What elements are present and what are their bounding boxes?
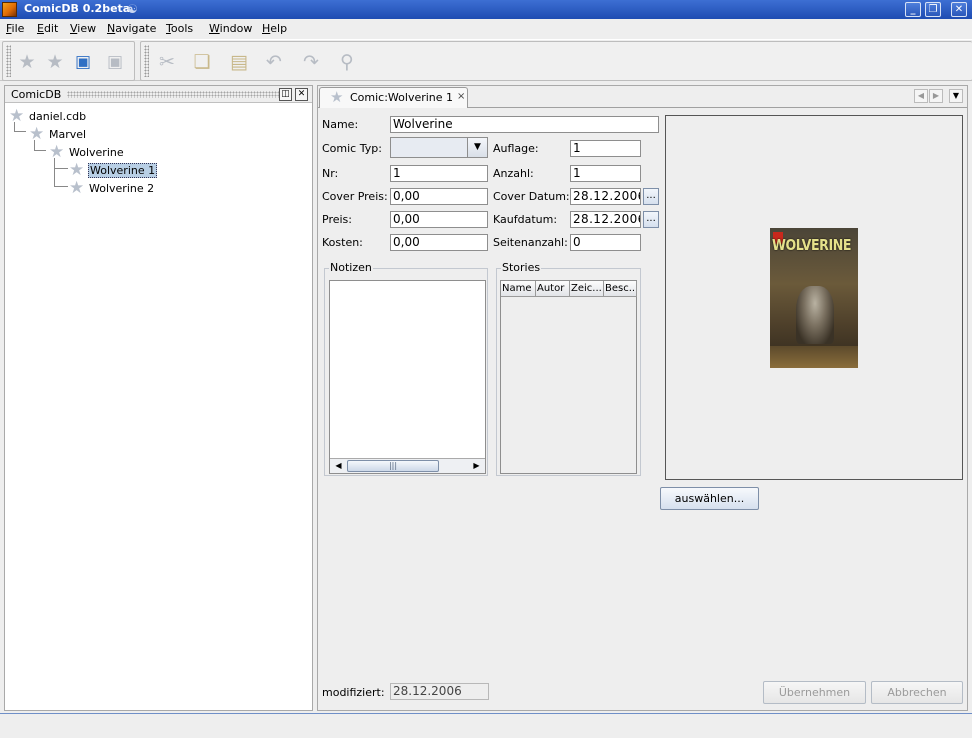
toolbar-group-file: ★ ★ ▣ ▣ [2, 41, 135, 81]
star-add-icon[interactable]: ★ [43, 50, 67, 74]
cover-datum-label: Cover Datum: [493, 190, 570, 203]
kosten-field[interactable]: 0,00 [390, 234, 488, 251]
chevron-down-icon[interactable]: ▼ [467, 138, 487, 157]
close-tab-icon[interactable]: × [457, 91, 465, 102]
undo-icon[interactable]: ↶ [262, 50, 286, 74]
menu-navigate[interactable]: Navigate [107, 22, 156, 35]
kosten-label: Kosten: [322, 236, 363, 249]
preis-label: Preis: [322, 213, 352, 226]
title-bar: ComicDB 0.2beta ☯ _ ❐ ✕ [0, 0, 972, 19]
scroll-thumb[interactable]: ||| [347, 460, 439, 472]
column-header-zeichner[interactable]: Zeic... [570, 281, 604, 297]
name-label: Name: [322, 118, 359, 131]
star-icon: ★ [69, 160, 85, 180]
column-header-autor[interactable]: Autor [536, 281, 570, 297]
notizen-group: Notizen ◀ ||| ▶ [324, 261, 488, 476]
minimize-button[interactable]: _ [905, 2, 921, 17]
cover-image-box: WOLVERINE [665, 115, 963, 480]
close-panel-icon[interactable]: ✕ [295, 88, 308, 101]
app-icon [2, 2, 17, 17]
window-title: ComicDB 0.2beta [24, 2, 131, 15]
seitenanzahl-field[interactable]: 0 [570, 234, 641, 251]
cover-datum-picker-button[interactable]: ... [643, 188, 659, 205]
anzahl-label: Anzahl: [493, 167, 534, 180]
toolbar-group-edit: ✂ ❏ ▤ ↶ ↷ ⚲ [140, 41, 972, 81]
scroll-left-icon[interactable]: ◀ [914, 89, 928, 103]
minimize-panel-icon[interactable]: ◫ [279, 88, 292, 101]
modified-label: modifiziert: [322, 686, 385, 699]
cover-figure [796, 286, 834, 344]
kaufdatum-label: Kaufdatum: [493, 213, 558, 226]
kaufdatum-field[interactable]: 28.12.2006 [570, 211, 641, 228]
modified-field: 28.12.2006 [390, 683, 489, 700]
stories-group: Stories Name Autor Zeic... Besc... [496, 261, 641, 476]
panel-title: ComicDB [11, 88, 62, 101]
select-image-button[interactable]: auswählen... [660, 487, 759, 510]
nr-field[interactable]: 1 [390, 165, 488, 182]
star-icon: ★ [29, 124, 45, 144]
menu-file[interactable]: File [6, 22, 24, 35]
star-icon[interactable]: ★ [15, 50, 39, 74]
star-icon: ★ [49, 142, 65, 162]
kaufdatum-picker-button[interactable]: ... [643, 211, 659, 228]
stories-table[interactable]: Name Autor Zeic... Besc... [500, 280, 637, 474]
comicdb-panel: ComicDB ◫ ✕ ★ daniel.cdb ★ Marvel ★ Wolv… [4, 85, 313, 711]
toolbar-grip[interactable] [144, 45, 149, 77]
cover-image: WOLVERINE [770, 228, 858, 368]
cancel-button[interactable]: Abbrechen [871, 681, 963, 704]
comic-editor-panel: ★ Comic:Wolverine 1 × ◀ ▶ ▼ Name: Wolver… [317, 85, 968, 711]
tab-comic-wolverine-1[interactable]: ★ Comic:Wolverine 1 × [319, 87, 468, 108]
find-icon[interactable]: ⚲ [335, 50, 359, 74]
toolbar: ★ ★ ▣ ▣ ✂ ❏ ▤ ↶ ↷ ⚲ [0, 39, 972, 81]
cover-preis-label: Cover Preis: [322, 190, 388, 203]
panel-grip[interactable] [67, 91, 279, 98]
status-bar [0, 713, 972, 738]
paste-icon[interactable]: ▤ [227, 50, 251, 74]
auflage-field[interactable]: 1 [570, 140, 641, 157]
notizen-textarea[interactable]: ◀ ||| ▶ [329, 280, 486, 474]
scroll-right-icon[interactable]: ▶ [929, 89, 943, 103]
menu-bar: File Edit View Navigate Tools Window Hel… [0, 19, 972, 39]
scroll-left-icon[interactable]: ◀ [332, 460, 345, 472]
menu-tools[interactable]: Tools [166, 22, 193, 35]
cut-icon[interactable]: ✂ [155, 50, 179, 74]
notizen-title: Notizen [329, 261, 373, 274]
redo-icon[interactable]: ↷ [299, 50, 323, 74]
notizen-horizontal-scrollbar[interactable]: ◀ ||| ▶ [330, 458, 485, 473]
column-header-name[interactable]: Name [501, 281, 536, 297]
cover-preis-field[interactable]: 0,00 [390, 188, 488, 205]
auflage-label: Auflage: [493, 142, 539, 155]
swirl-icon: ☯ [127, 2, 138, 16]
star-icon: ★ [9, 106, 25, 126]
nr-label: Nr: [322, 167, 339, 180]
column-header-beschreibung[interactable]: Besc... [604, 281, 637, 297]
comic-typ-label: Comic Typ: [322, 142, 382, 155]
anzahl-field[interactable]: 1 [570, 165, 641, 182]
apply-button[interactable]: Übernehmen [763, 681, 866, 704]
cover-masthead: WOLVERINE [772, 236, 852, 254]
cover-datum-field[interactable]: 28.12.2006 [570, 188, 641, 205]
stories-title: Stories [501, 261, 542, 274]
menu-window[interactable]: Window [209, 22, 252, 35]
save-icon[interactable]: ▣ [71, 50, 95, 74]
star-icon: ★ [330, 88, 344, 106]
save-all-icon[interactable]: ▣ [103, 50, 127, 74]
tab-list-dropdown-icon[interactable]: ▼ [949, 89, 963, 103]
tab-strip: ★ Comic:Wolverine 1 × ◀ ▶ ▼ [318, 86, 967, 108]
menu-help[interactable]: Help [262, 22, 287, 35]
menu-view[interactable]: View [70, 22, 96, 35]
toolbar-grip[interactable] [6, 45, 11, 77]
close-window-button[interactable]: ✕ [951, 2, 967, 17]
preis-field[interactable]: 0,00 [390, 211, 488, 228]
scroll-right-icon[interactable]: ▶ [470, 460, 483, 472]
comic-typ-select[interactable]: ▼ [390, 137, 488, 158]
star-icon: ★ [69, 178, 85, 198]
panel-header: ComicDB ◫ ✕ [5, 86, 312, 103]
menu-edit[interactable]: Edit [37, 22, 58, 35]
copy-icon[interactable]: ❏ [190, 50, 214, 74]
seitenanzahl-label: Seitenanzahl: [493, 236, 568, 249]
restore-button[interactable]: ❐ [925, 2, 941, 17]
name-field[interactable]: Wolverine [390, 116, 659, 133]
